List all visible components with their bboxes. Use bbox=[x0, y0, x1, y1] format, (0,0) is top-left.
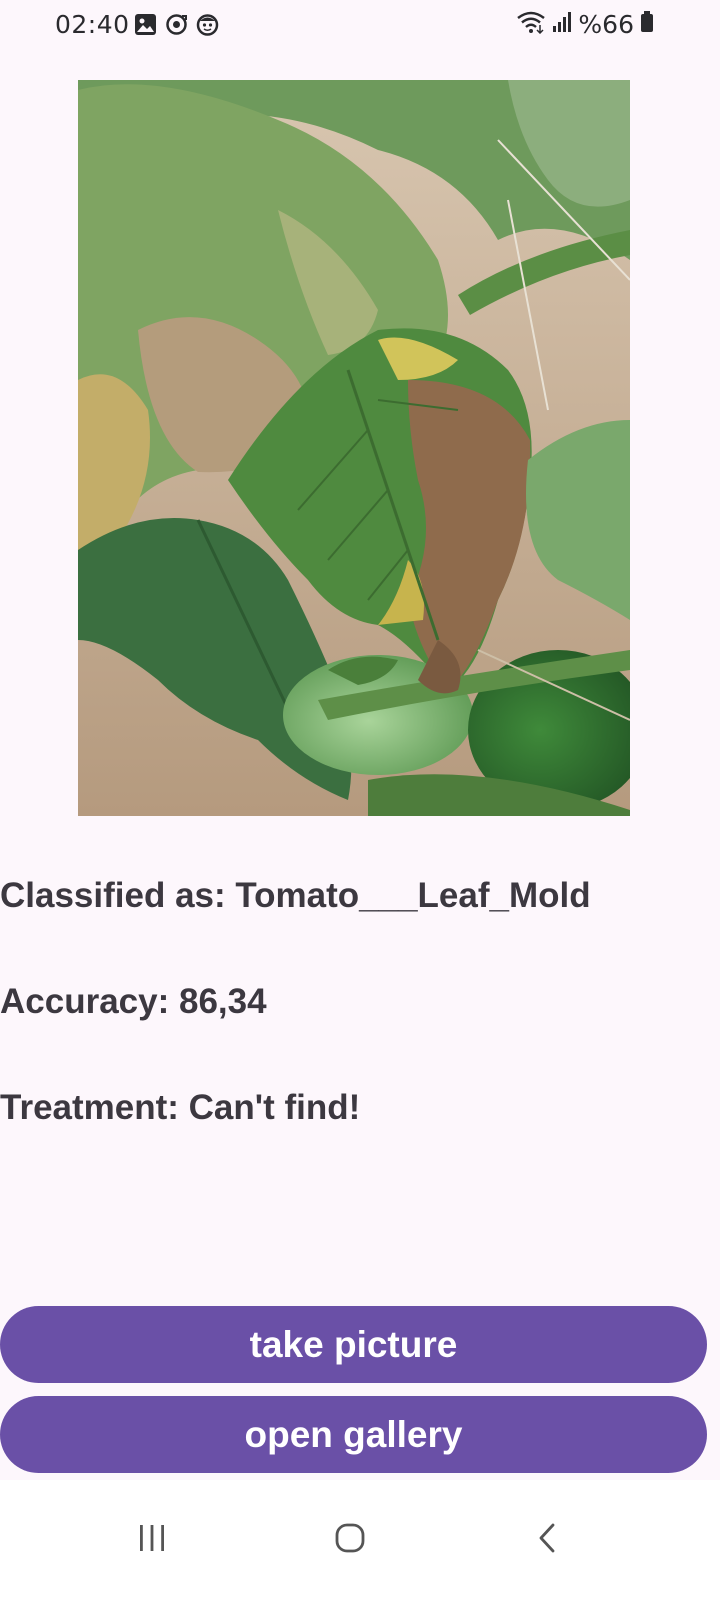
navigation-bar bbox=[0, 1480, 720, 1600]
face-icon bbox=[196, 13, 219, 36]
accuracy-result: Accuracy: 86,34 bbox=[0, 982, 267, 1021]
treatment-result: Treatment: Can't find! bbox=[0, 1088, 361, 1127]
wifi-icon bbox=[516, 10, 546, 39]
open-gallery-button[interactable]: open gallery bbox=[0, 1396, 707, 1473]
take-picture-button[interactable]: take picture bbox=[0, 1306, 707, 1383]
home-icon[interactable] bbox=[320, 1508, 380, 1568]
battery-level: %66 bbox=[578, 10, 634, 39]
recent-apps-icon[interactable] bbox=[122, 1508, 182, 1568]
back-icon[interactable] bbox=[518, 1508, 578, 1568]
notification-icons bbox=[134, 13, 219, 36]
battery-icon bbox=[640, 11, 654, 38]
status-time: 02:40 bbox=[55, 10, 130, 39]
system-status: %66 bbox=[516, 10, 654, 39]
gallery-icon bbox=[134, 13, 157, 36]
status-bar: 02:40 %66 bbox=[0, 0, 720, 52]
signal-icon bbox=[552, 11, 572, 38]
classification-result: Classified as: Tomato___Leaf_Mold bbox=[0, 876, 591, 915]
sync-icon bbox=[165, 13, 188, 36]
plant-photo bbox=[78, 80, 630, 816]
